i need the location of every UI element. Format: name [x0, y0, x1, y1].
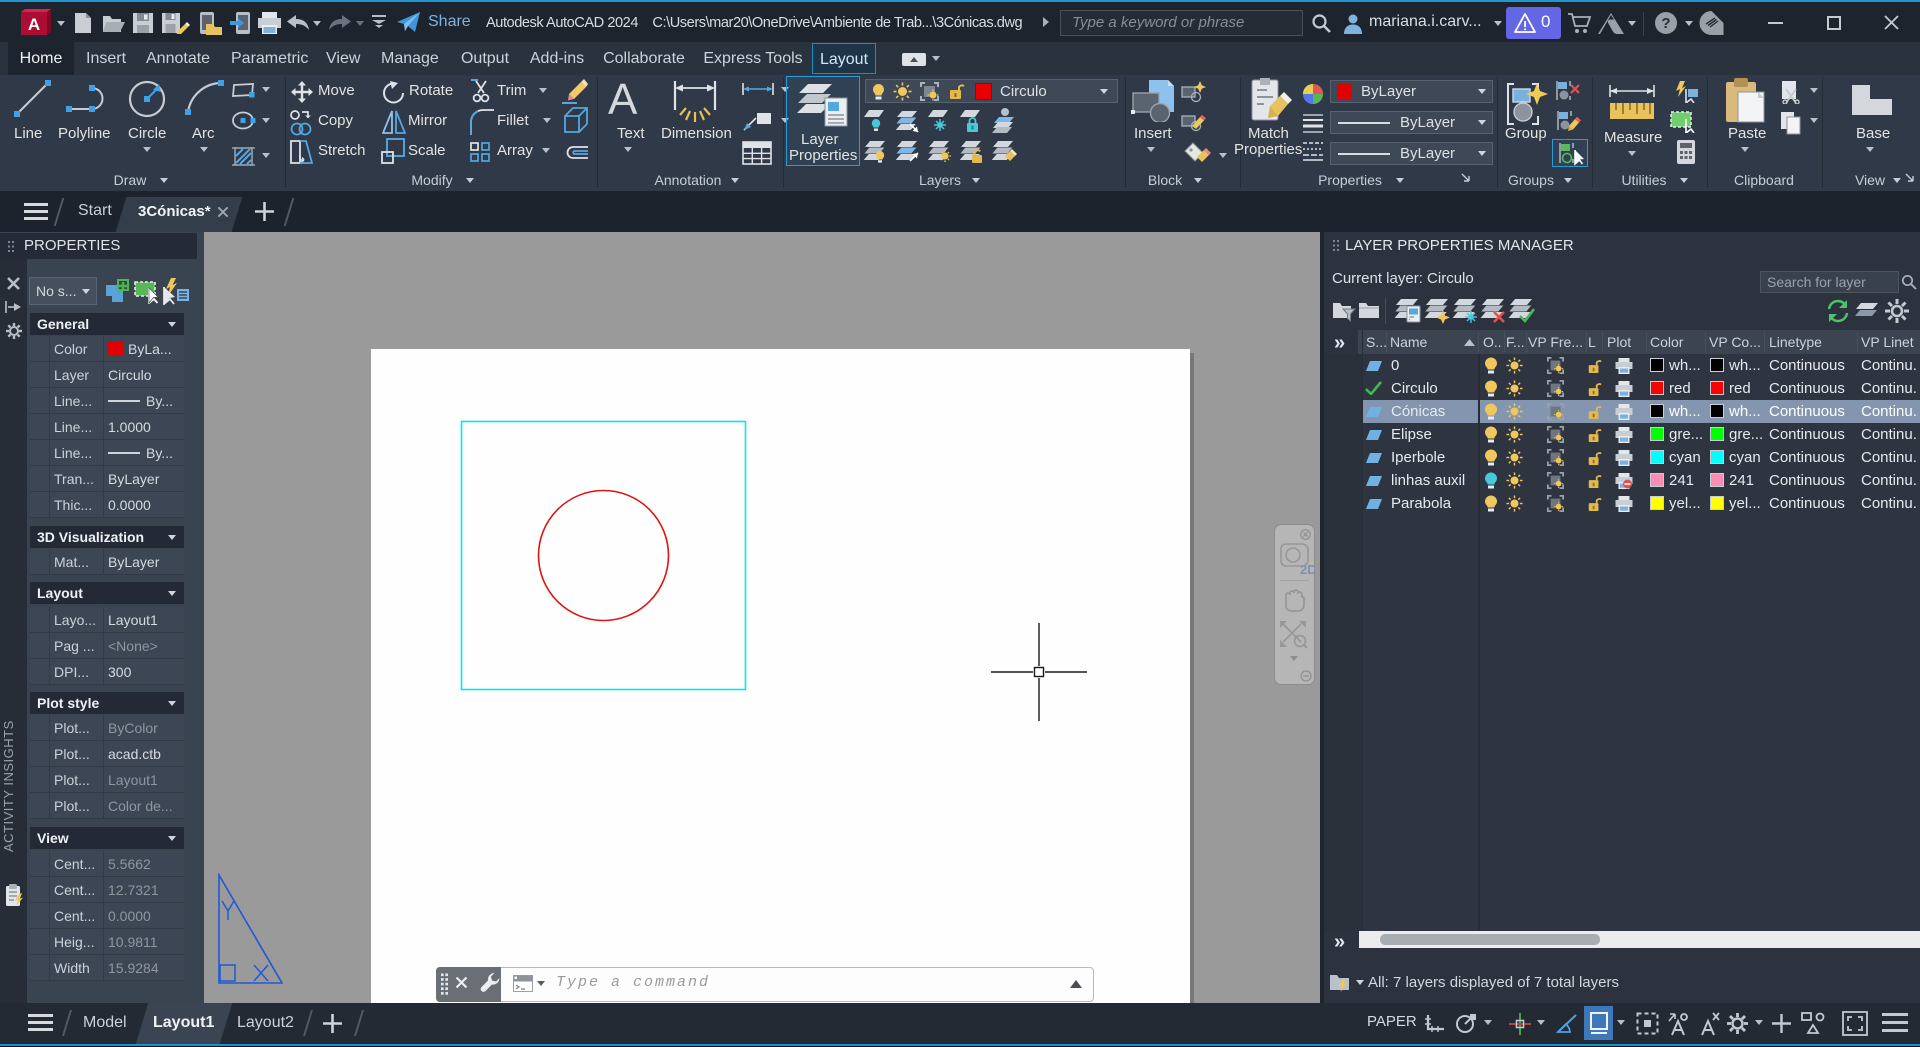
svg-text:A: A — [28, 15, 40, 34]
svg-text:2D: 2D — [1300, 562, 1315, 576]
svg-text:?: ? — [1661, 15, 1670, 32]
